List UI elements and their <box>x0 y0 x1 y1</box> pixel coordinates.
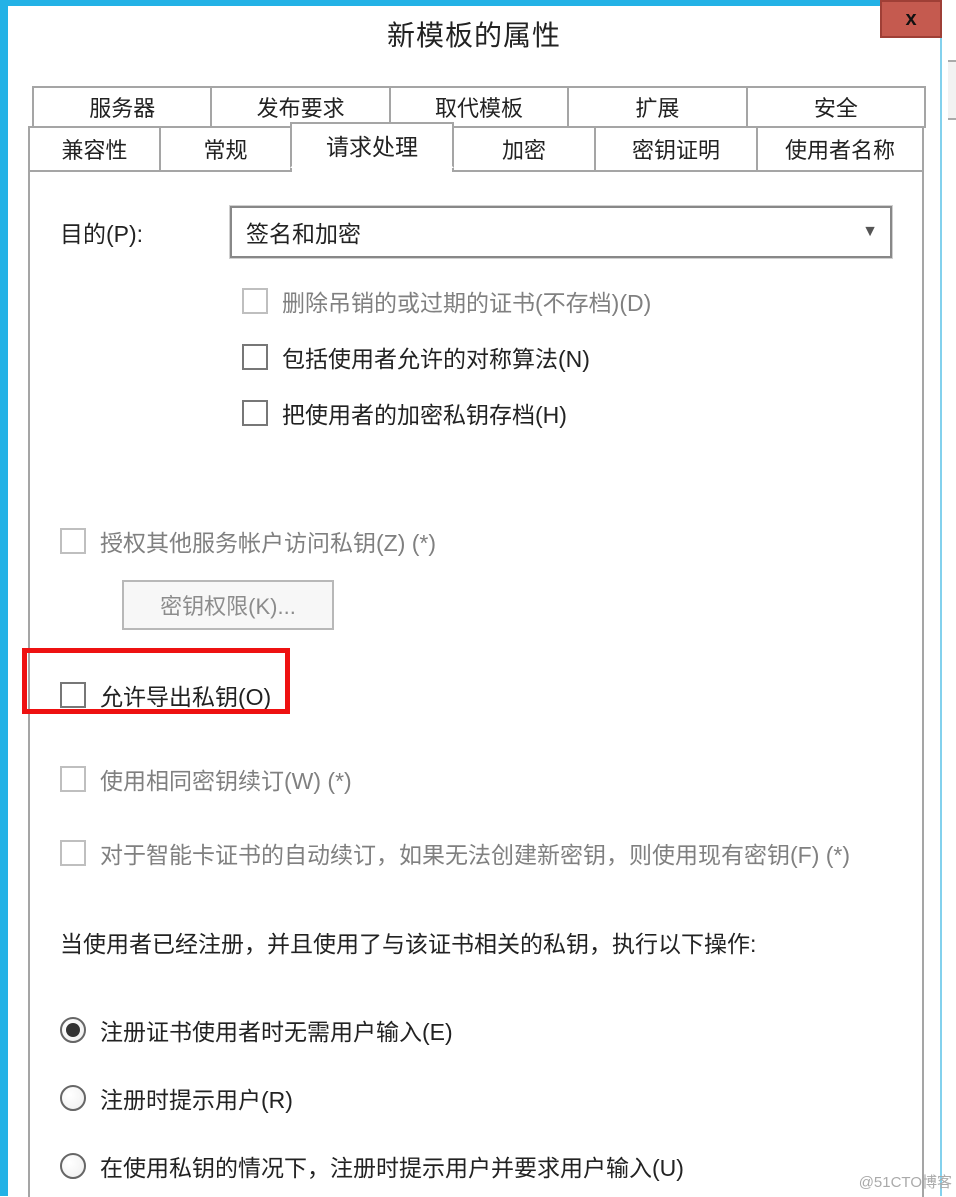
checkbox-smartcard-renew[interactable] <box>60 840 86 866</box>
label-prompt-require-input: 在使用私钥的情况下，注册时提示用户并要求用户输入(U) <box>100 1149 684 1183</box>
watermark: @51CTO博客 <box>859 1171 952 1192</box>
tab-row-top: 服务器 发布要求 取代模板 扩展 安全 <box>32 86 924 128</box>
window-title: 新模板的属性 <box>8 14 940 54</box>
tab-general[interactable]: 常规 <box>159 126 292 172</box>
checkbox-allow-export[interactable] <box>60 682 86 708</box>
key-permissions-button[interactable]: 密钥权限(K)... <box>122 580 334 630</box>
label-smartcard-renew: 对于智能卡证书的自动续订，如果无法创建新密钥，则使用现有密钥(F) (*) <box>100 836 850 870</box>
tab-panel-request-handling: 目的(P): 签名和加密 ▼ 删除吊销的或过期的证书(不存档)(D) 包括使用者… <box>28 170 924 1197</box>
checkbox-authorize-service[interactable] <box>60 528 86 554</box>
radio-prompt-require-input[interactable] <box>60 1153 86 1179</box>
label-authorize-service: 授权其他服务帐户访问私钥(Z) (*) <box>100 524 436 558</box>
label-no-user-input: 注册证书使用者时无需用户输入(E) <box>100 1013 453 1047</box>
radio-prompt-user[interactable] <box>60 1085 86 1111</box>
checkbox-archive-key[interactable] <box>242 400 268 426</box>
checkbox-delete-revoked[interactable] <box>242 288 268 314</box>
label-archive-key: 把使用者的加密私钥存档(H) <box>282 396 567 430</box>
tab-server[interactable]: 服务器 <box>32 86 212 128</box>
checkbox-include-symmetric[interactable] <box>242 344 268 370</box>
close-icon: x <box>905 8 916 31</box>
label-renew-same-key: 使用相同密钥续订(W) (*) <box>100 762 352 796</box>
close-button[interactable]: x <box>880 0 942 38</box>
titlebar: 新模板的属性 x <box>8 6 940 52</box>
dialog-content: 服务器 发布要求 取代模板 扩展 安全 兼容性 常规 请求处理 加密 密钥证明 … <box>28 86 924 1197</box>
label-delete-revoked: 删除吊销的或过期的证书(不存档)(D) <box>282 284 651 318</box>
purpose-select[interactable]: 签名和加密 ▼ <box>230 206 892 258</box>
label-prompt-user: 注册时提示用户(R) <box>100 1081 293 1115</box>
purpose-label: 目的(P): <box>60 215 230 249</box>
tab-extensions[interactable]: 扩展 <box>567 86 747 128</box>
purpose-select-value: 签名和加密 <box>246 215 361 249</box>
tab-request-handling[interactable]: 请求处理 <box>290 122 454 168</box>
right-edge-fragment <box>948 60 956 120</box>
tab-subject-name[interactable]: 使用者名称 <box>756 126 924 172</box>
checkbox-renew-same-key[interactable] <box>60 766 86 792</box>
chevron-down-icon: ▼ <box>862 223 878 241</box>
dialog-window: 新模板的属性 x 服务器 发布要求 取代模板 扩展 安全 兼容性 常规 请求处理… <box>0 0 942 1196</box>
tab-row-bottom: 兼容性 常规 请求处理 加密 密钥证明 使用者名称 <box>28 126 924 172</box>
tab-crypto[interactable]: 加密 <box>452 126 596 172</box>
label-allow-export: 允许导出私钥(O) <box>100 678 271 712</box>
radio-no-user-input[interactable] <box>60 1017 86 1043</box>
label-include-symmetric: 包括使用者允许的对称算法(N) <box>282 340 590 374</box>
tab-key-attest[interactable]: 密钥证明 <box>594 126 758 172</box>
tab-compat[interactable]: 兼容性 <box>28 126 161 172</box>
section-text-enrolled: 当使用者已经注册，并且使用了与该证书相关的私钥，执行以下操作: <box>60 926 892 963</box>
tab-security[interactable]: 安全 <box>746 86 926 128</box>
